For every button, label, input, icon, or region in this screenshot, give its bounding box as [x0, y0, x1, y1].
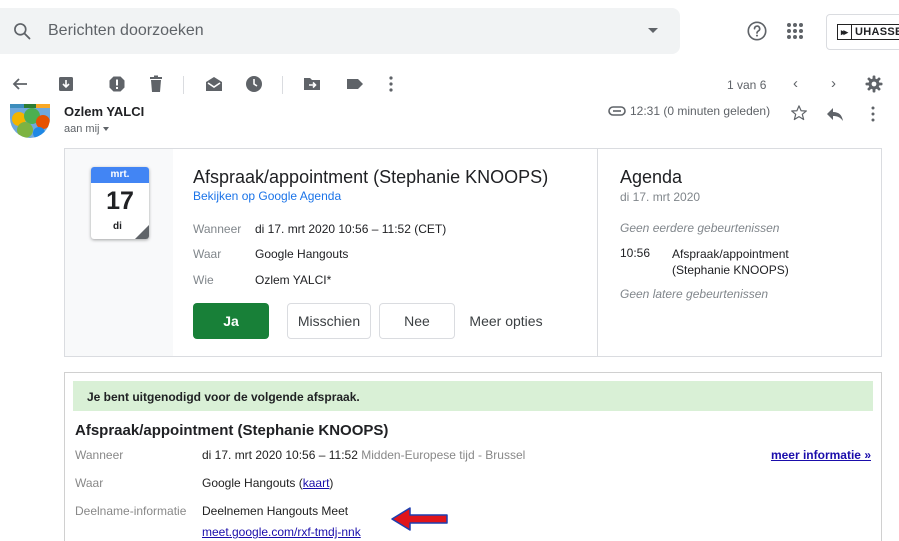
toolbar-divider	[183, 76, 184, 94]
join-info-label: Deelname-informatie	[75, 504, 187, 518]
calendar-invite-card: mrt. 17 di Afspraak/appointment (Stephan…	[64, 148, 882, 357]
plain-where-value: Google Hangouts (kaart)	[202, 476, 333, 490]
rsvp-no-button[interactable]: Nee	[379, 303, 455, 339]
search-input[interactable]: Berichten doorzoeken	[48, 22, 204, 40]
more-info-link[interactable]: meer informatie »	[771, 448, 871, 462]
rsvp-yes-button[interactable]: Ja	[193, 303, 269, 339]
page-fold-icon	[135, 225, 149, 239]
message-toolbar: 1 van 6 ‹ ›	[0, 66, 899, 102]
event-title: Afspraak/appointment (Stephanie KNOOPS)	[193, 167, 549, 187]
apps-grid-icon[interactable]	[786, 22, 804, 40]
plain-where-close: )	[329, 476, 334, 490]
search-bar[interactable]: Berichten doorzoeken	[0, 8, 680, 54]
sender-avatar[interactable]	[10, 104, 50, 138]
page-counter: 1 van 6	[727, 78, 767, 92]
when-value: di 17. mrt 2020 10:56 – 11:52 (CET)	[255, 222, 447, 236]
archive-icon[interactable]	[56, 74, 76, 94]
rsvp-maybe-button[interactable]: Misschien	[287, 303, 371, 339]
who-value: Ozlem YALCI*	[255, 273, 332, 287]
reply-icon[interactable]	[826, 106, 844, 122]
attachment-icon	[608, 106, 626, 116]
message-timestamp: 12:31 (0 minuten geleden)	[630, 104, 771, 118]
agenda-title: Agenda	[620, 167, 683, 187]
view-in-calendar-link[interactable]: Bekijken op Google Agenda	[193, 189, 341, 203]
top-bar: Berichten doorzoeken ▸▸ UHASSELT	[0, 0, 899, 62]
report-spam-icon[interactable]	[107, 74, 127, 94]
settings-gear-icon[interactable]	[864, 74, 884, 94]
help-icon[interactable]	[746, 20, 768, 42]
plain-event-title: Afspraak/appointment (Stephanie KNOOPS)	[75, 422, 389, 439]
who-label: Wie	[193, 273, 214, 287]
plain-when-label: Wanneer	[75, 448, 124, 462]
agenda-event-title[interactable]: Afspraak/appointment (Stephanie KNOOPS)	[672, 246, 832, 278]
where-label: Waar	[193, 247, 222, 261]
uhasselt-logo: ▸▸ UHASSELT	[837, 24, 899, 40]
no-earlier-events: Geen eerdere gebeurtenissen	[620, 221, 780, 235]
search-icon[interactable]	[12, 21, 32, 41]
agenda-date: di 17. mrt 2020	[620, 190, 701, 204]
more-options-icon[interactable]	[381, 74, 401, 94]
plain-where-label: Waar	[75, 476, 104, 490]
calendar-panel: mrt. 17 di	[65, 149, 173, 356]
sender-name[interactable]: Ozlem YALCI	[64, 104, 144, 119]
label-icon[interactable]	[345, 74, 365, 94]
no-later-events: Geen latere gebeurtenissen	[620, 287, 769, 301]
meet-link[interactable]: meet.google.com/rxf-tmdj-nnk	[202, 525, 361, 539]
join-info-value: Deelnemen Hangouts Meet	[202, 504, 349, 518]
plain-where-text: Google Hangouts (	[202, 476, 303, 490]
logo-text: UHASSELT	[855, 26, 899, 38]
toolbar-divider	[282, 76, 283, 94]
agenda-panel: Agenda di 17. mrt 2020 Geen eerdere gebe…	[597, 149, 881, 356]
recipient-details[interactable]: aan mij	[64, 123, 110, 135]
agenda-event-time: 10:56	[620, 246, 651, 260]
star-icon[interactable]	[790, 104, 808, 122]
next-message-button[interactable]: ›	[831, 75, 836, 92]
logo-arrows: ▸▸	[838, 25, 853, 39]
back-arrow-icon[interactable]	[10, 74, 30, 94]
red-arrow-annotation	[391, 507, 448, 531]
invitation-banner: Je bent uitgenodigd voor de volgende afs…	[73, 381, 873, 411]
map-link[interactable]: kaart	[303, 476, 330, 490]
calendar-day: 17	[106, 187, 134, 215]
snooze-icon[interactable]	[244, 74, 264, 94]
calendar-date-icon: mrt. 17 di	[91, 167, 149, 239]
chevron-down-icon[interactable]	[103, 127, 110, 132]
recipient-label: aan mij	[64, 123, 100, 135]
delete-icon[interactable]	[146, 74, 166, 94]
calendar-month: mrt.	[91, 167, 149, 183]
plain-when-timezone: Midden-Europese tijd - Brussel	[361, 448, 526, 462]
where-value: Google Hangouts	[255, 247, 349, 261]
prev-message-button[interactable]: ‹	[793, 75, 798, 92]
calendar-weekday: di	[113, 221, 122, 232]
message-more-icon[interactable]	[866, 106, 880, 122]
plain-when-time: di 17. mrt 2020 10:56 – 11:52	[202, 448, 358, 462]
plain-when-value: di 17. mrt 2020 10:56 – 11:52 Midden-Eur…	[202, 448, 525, 462]
account-logo[interactable]: ▸▸ UHASSELT	[826, 14, 899, 50]
move-to-icon[interactable]	[302, 74, 322, 94]
search-options-icon[interactable]	[648, 28, 658, 33]
more-options-button[interactable]: Meer opties	[461, 303, 551, 339]
plain-invitation: Je bent uitgenodigd voor de volgende afs…	[64, 372, 882, 541]
when-label: Wanneer	[193, 222, 242, 236]
mark-unread-icon[interactable]	[204, 74, 224, 94]
